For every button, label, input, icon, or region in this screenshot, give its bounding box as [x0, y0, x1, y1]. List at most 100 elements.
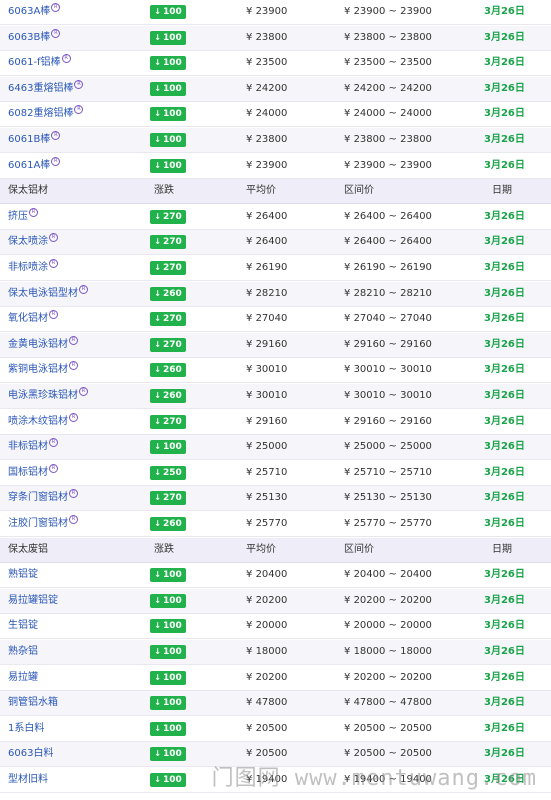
- change-badge: ↓ 100: [150, 670, 186, 685]
- registered-icon: R: [74, 79, 84, 89]
- down-arrow-icon: ↓: [154, 570, 161, 580]
- product-link[interactable]: 挤压 R: [8, 205, 38, 229]
- product-link[interactable]: 6063B棒 R: [8, 26, 61, 50]
- product-link[interactable]: 熟杂铝: [8, 640, 38, 664]
- product-link[interactable]: 铜管铝水箱: [8, 691, 58, 715]
- range-price: ¥ 47800 ~ 47800: [344, 691, 432, 715]
- change-cell: ↓ 100: [150, 691, 186, 715]
- product-link[interactable]: 注胶门窗铝材 R: [8, 512, 78, 536]
- product-link[interactable]: 国标铝材 R: [8, 461, 58, 485]
- change-badge: ↓ 100: [150, 747, 186, 762]
- column-header-avg: 平均价: [246, 543, 276, 555]
- change-cell: ↓ 270: [150, 486, 186, 510]
- avg-price-value: 26400: [255, 210, 288, 222]
- product-link[interactable]: 穿条门窗铝材 R: [8, 486, 78, 510]
- currency-symbol: ¥: [344, 57, 351, 69]
- avg-price: ¥ 18000: [246, 640, 287, 664]
- avg-price-value: 23500: [255, 57, 288, 69]
- range-price: ¥ 25130 ~ 25130: [344, 486, 432, 510]
- date-cell: 3月26日: [484, 108, 525, 120]
- product-link[interactable]: 6463重熔铝棒 R: [8, 77, 84, 101]
- currency-symbol: ¥: [246, 671, 253, 683]
- change-badge: ↓ 100: [150, 721, 186, 736]
- product-name: 6082重熔铝棒: [8, 108, 74, 120]
- product-link[interactable]: 易拉罐铝锭: [8, 589, 58, 613]
- date-cell: 3月26日: [484, 338, 525, 350]
- table-row: 6063B棒 R ↓ 100 ¥ 23800 ¥ 23800 ~ 23800 3月26日: [0, 25, 551, 51]
- product-link[interactable]: 6061A棒 R: [8, 154, 61, 178]
- change-badge: ↓ 270: [150, 414, 186, 429]
- product-link[interactable]: 6063白料: [8, 742, 53, 766]
- change-badge: ↓ 100: [150, 645, 186, 659]
- product-link[interactable]: 喷涂木纹铝材 R: [8, 410, 78, 434]
- currency-symbol: ¥: [246, 108, 253, 120]
- product-link[interactable]: 1系白料: [8, 717, 44, 741]
- registered-icon: R: [49, 259, 58, 268]
- change-cell: ↓ 260: [150, 358, 186, 382]
- product-name: 紫铜电泳铝材: [8, 364, 68, 376]
- down-arrow-icon: ↓: [154, 58, 161, 68]
- product-link[interactable]: 型材旧料: [8, 768, 48, 792]
- table-row: 保太电泳铝型材 R ↓ 260 ¥ 28210 ¥ 28210 ~ 28210 3月26日: [0, 281, 551, 307]
- product-link[interactable]: 保太喷涂 R: [8, 230, 58, 254]
- product-link[interactable]: 6061B棒 R: [8, 128, 61, 152]
- table-row: 电泳黑珍珠铝材 R ↓ 260 ¥ 30010 ¥ 30010 ~ 30010 3月26日: [0, 384, 551, 409]
- range-price-value: 20200 ~ 20200: [353, 671, 432, 683]
- range-price-value: 25130 ~ 25130: [353, 492, 432, 504]
- change-value: 100: [162, 698, 182, 709]
- change-cell: ↓ 270: [150, 410, 186, 434]
- product-name: 6061B棒: [8, 134, 51, 145]
- registered-icon: R: [69, 515, 78, 524]
- avg-price-value: 28210: [255, 287, 288, 299]
- product-link[interactable]: 紫铜电泳铝材 R: [8, 358, 78, 382]
- currency-symbol: ¥: [246, 31, 253, 43]
- product-link[interactable]: 非标铝材 R: [8, 435, 58, 459]
- table-row: 氧化铝材 R ↓ 270 ¥ 27040 ¥ 27040 ~ 27040 3月26日: [0, 307, 551, 333]
- product-link[interactable]: 电泳黑珍珠铝材 R: [8, 384, 88, 408]
- column-header-date: 日期: [492, 543, 512, 555]
- date-cell: 3月26日: [484, 6, 525, 17]
- avg-price-value: 25710: [255, 466, 288, 478]
- date-cell: 3月26日: [484, 31, 525, 43]
- avg-price-value: 24200: [255, 82, 288, 94]
- currency-symbol: ¥: [246, 364, 253, 376]
- down-arrow-icon: ↓: [154, 237, 161, 247]
- change-cell: ↓ 100: [150, 51, 186, 75]
- avg-price: ¥ 23500: [246, 51, 287, 75]
- column-header-range: 区间价: [344, 185, 374, 197]
- section-header-row: 保太铝材 涨跌 平均价 区间价 日期: [0, 179, 551, 205]
- range-price: ¥ 24200 ~ 24200: [344, 77, 432, 101]
- product-link[interactable]: 生铝锭: [8, 614, 38, 638]
- currency-symbol: ¥: [344, 748, 351, 760]
- product-link[interactable]: 6063A棒 R: [8, 0, 61, 24]
- product-link[interactable]: 非标喷涂 R: [8, 256, 58, 280]
- table-row: 挤压 R ↓ 270 ¥ 26400 ¥ 26400 ~ 26400 3月26日: [0, 205, 551, 230]
- range-price-value: 29160 ~ 29160: [353, 338, 432, 350]
- range-price-value: 24000 ~ 24000: [353, 108, 432, 120]
- range-price: ¥ 18000 ~ 18000: [344, 640, 432, 664]
- change-value: 260: [162, 519, 182, 529]
- product-link[interactable]: 易拉罐: [8, 666, 38, 690]
- change-badge: ↓ 100: [150, 440, 186, 455]
- table-row: 非标喷涂 R ↓ 270 ¥ 26190 ¥ 26190 ~ 26190 3月26日: [0, 256, 551, 281]
- change-value: 250: [162, 467, 182, 478]
- table-row: 注胶门窗铝材 R ↓ 260 ¥ 25770 ¥ 25770 ~ 25770 3月26日: [0, 512, 551, 537]
- down-arrow-icon: ↓: [154, 493, 161, 503]
- product-link[interactable]: 熟铝锭: [8, 563, 38, 587]
- avg-price: ¥ 20200: [246, 666, 287, 690]
- product-link[interactable]: 6061-f铝棒 R: [8, 51, 71, 75]
- range-price: ¥ 29160 ~ 29160: [344, 333, 432, 357]
- date-cell: 3月26日: [484, 210, 525, 222]
- currency-symbol: ¥: [344, 594, 351, 606]
- currency-symbol: ¥: [246, 569, 253, 581]
- change-value: 100: [162, 723, 182, 734]
- table-row: 非标铝材 R ↓ 100 ¥ 25000 ¥ 25000 ~ 25000 3月26日: [0, 435, 551, 461]
- avg-price: ¥ 20500: [246, 717, 287, 741]
- product-link[interactable]: 6082重熔铝棒 R: [8, 102, 84, 126]
- product-link[interactable]: 保太电泳铝型材 R: [8, 282, 88, 306]
- product-link[interactable]: 金黄电泳铝材 R: [8, 333, 78, 357]
- product-link[interactable]: 氧化铝材 R: [8, 307, 58, 331]
- change-badge: ↓ 270: [150, 337, 186, 352]
- date-cell: 3月26日: [484, 236, 525, 248]
- currency-symbol: ¥: [246, 441, 253, 453]
